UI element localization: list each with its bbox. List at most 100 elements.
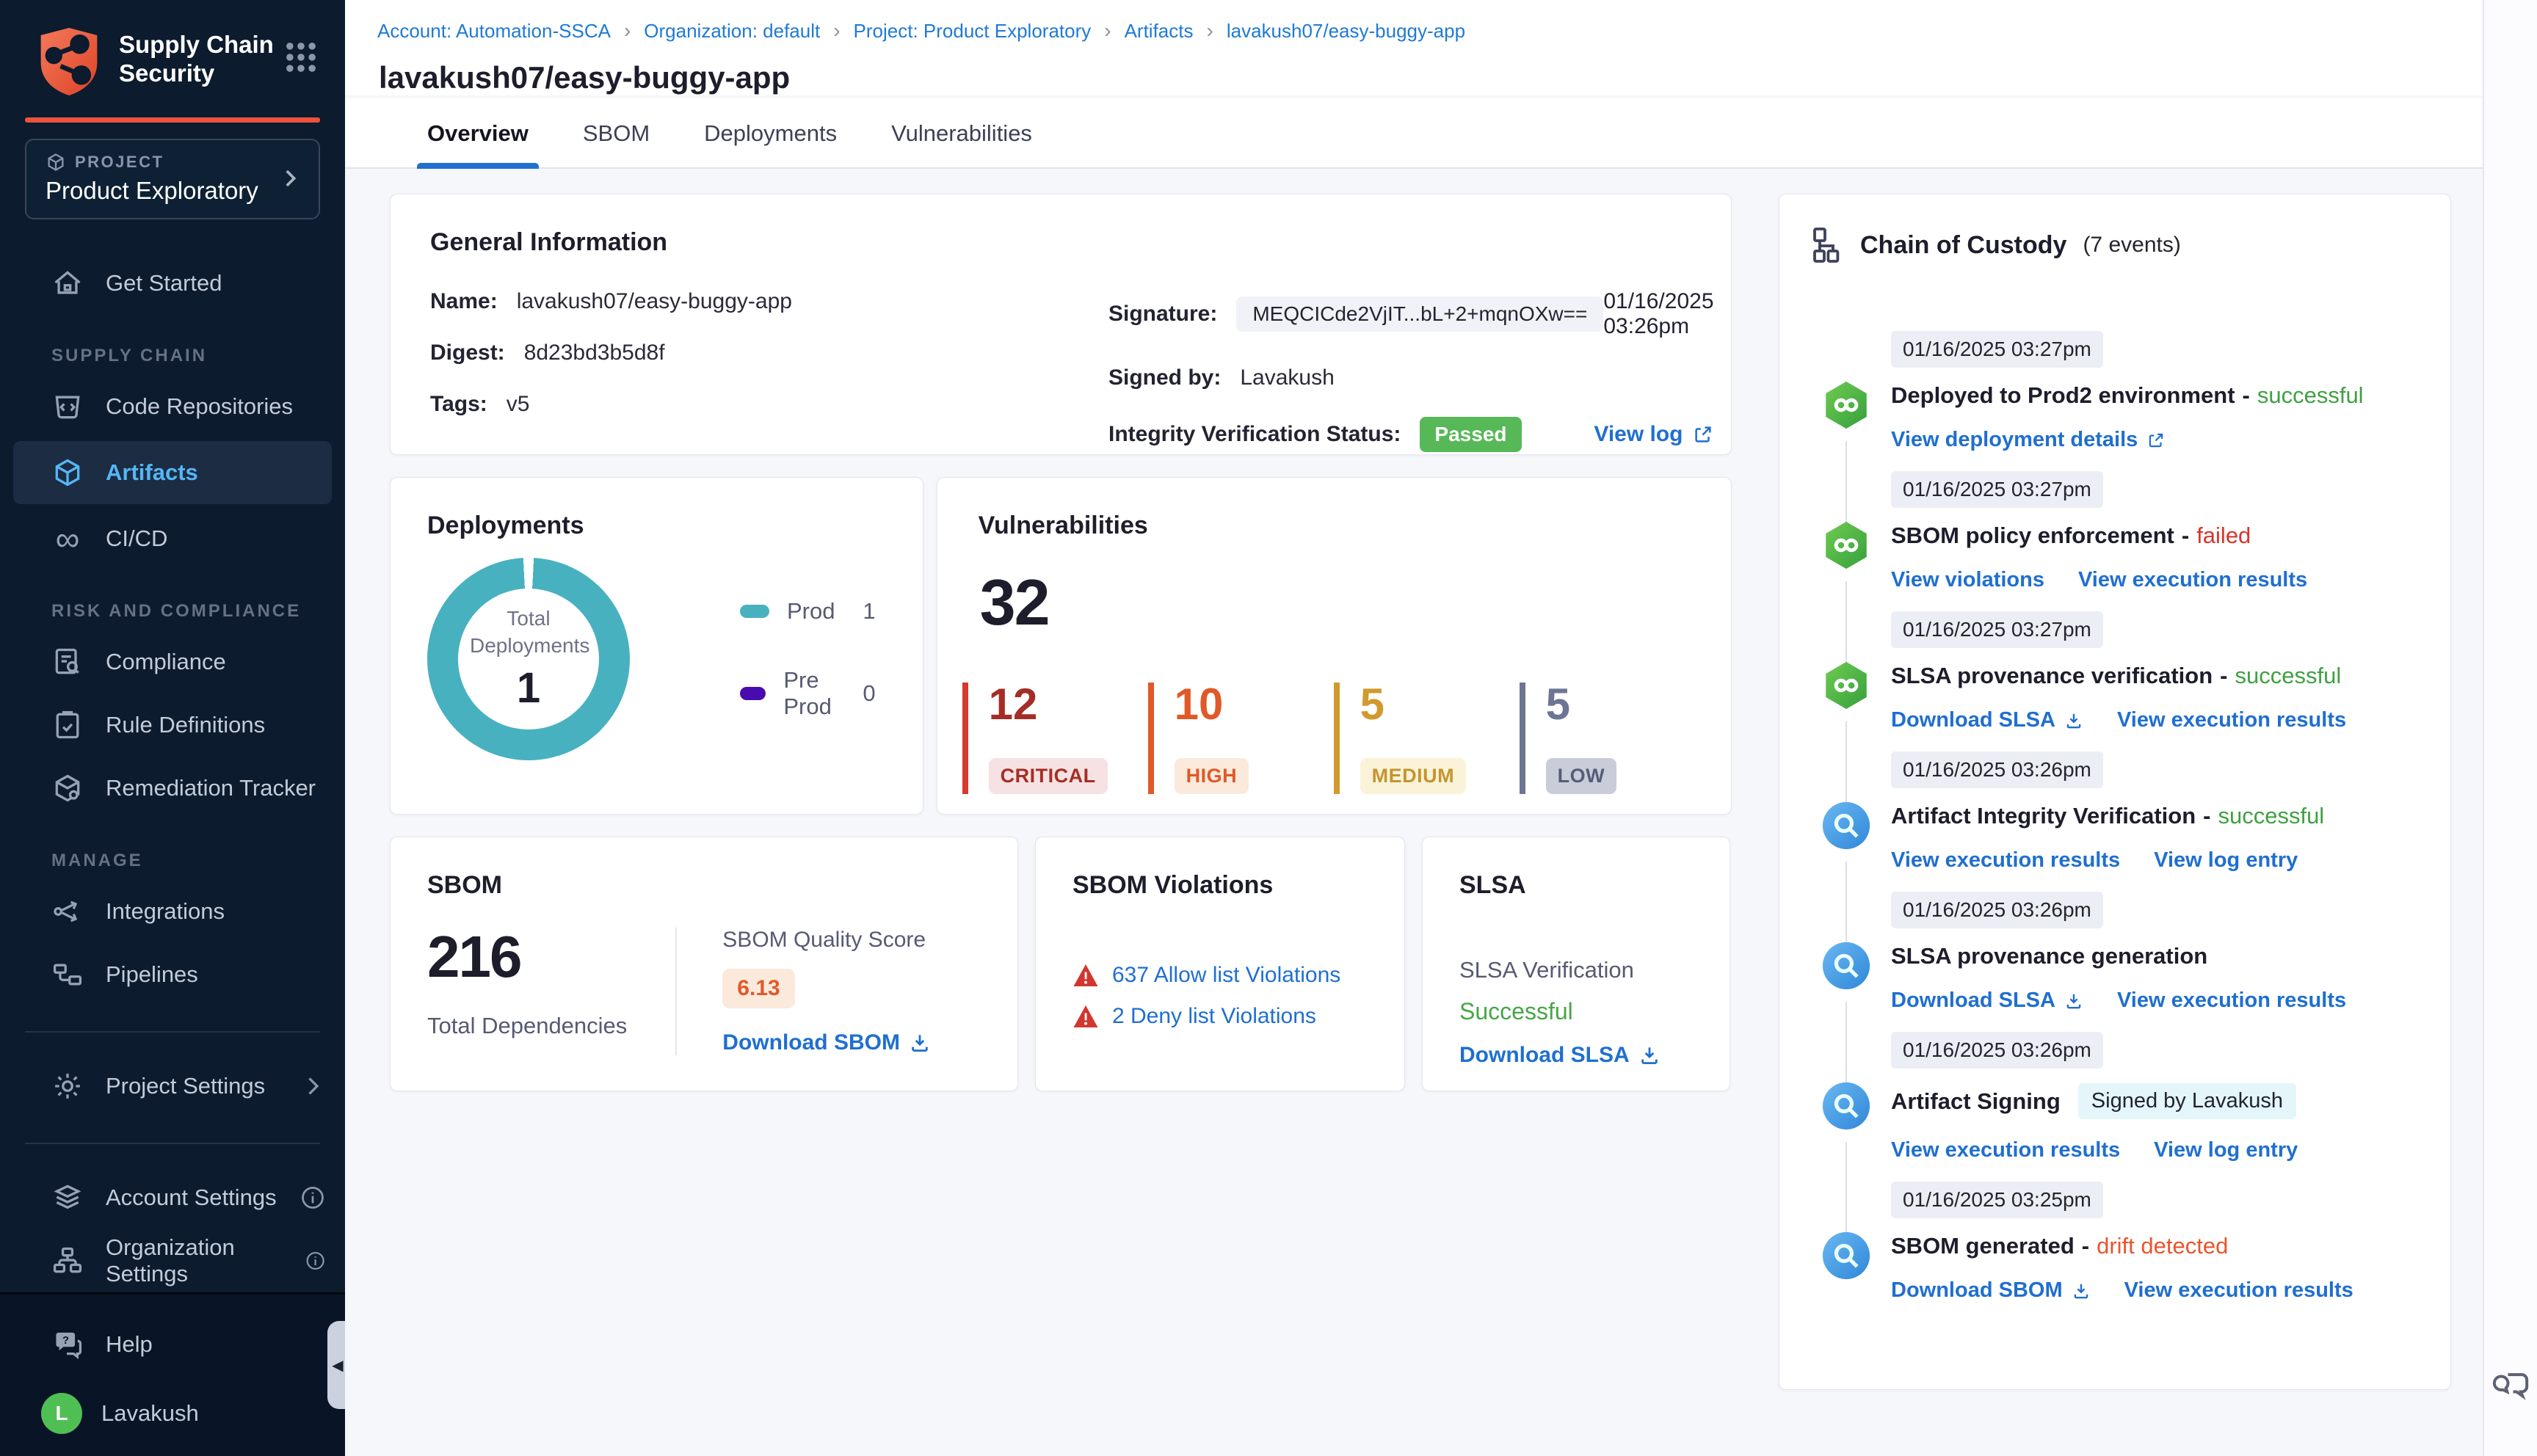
tab-deployments[interactable]: Deployments — [704, 98, 837, 167]
sidebar-item-account-settings[interactable]: Account Settings — [0, 1166, 345, 1229]
artifacts-cube-icon — [51, 456, 84, 489]
event-timestamp: 01/16/2025 03:26pm — [1891, 892, 2103, 928]
sidebar-item-help[interactable]: ? Help — [0, 1321, 345, 1368]
deny-list-violations-link[interactable]: 2 Deny list Violations — [1112, 1004, 1316, 1029]
preprod-swatch-icon — [740, 687, 766, 700]
breadcrumb-project[interactable]: Project: Product Exploratory — [854, 20, 1092, 43]
events-count: (7 events) — [2083, 233, 2181, 257]
sidebar-item-pipelines[interactable]: Pipelines — [0, 943, 345, 1006]
view-execution-results-link[interactable]: View execution results — [1891, 848, 2120, 873]
download-icon — [2066, 994, 2081, 1008]
sidebar-item-rule-definitions[interactable]: Rule Definitions — [0, 694, 345, 757]
sidebar-item-label: Get Started — [106, 270, 222, 296]
allow-list-violations-link[interactable]: 637 Allow list Violations — [1112, 963, 1340, 988]
event-timestamp: 01/16/2025 03:27pm — [1891, 611, 2103, 648]
view-deployment-details-link[interactable]: View deployment details — [1891, 428, 2166, 452]
view-execution-results-link[interactable]: View execution results — [2117, 708, 2346, 732]
download-slsa-link[interactable]: Download SLSA — [1891, 989, 2083, 1013]
timeline-event: 01/16/2025 03:26pm SLSA provenance gener… — [1809, 892, 2421, 1083]
tab-sbom[interactable]: SBOM — [583, 98, 650, 167]
sidebar-item-project-settings[interactable]: Project Settings — [0, 1055, 345, 1118]
pipelines-icon — [51, 958, 84, 991]
sidebar-item-remediation-tracker[interactable]: Remediation Tracker — [0, 757, 345, 820]
help-chat-icon: ? — [51, 1328, 84, 1361]
breadcrumb-account[interactable]: Account: Automation-SSCA — [377, 20, 611, 43]
vertical-divider — [675, 928, 678, 1055]
breadcrumb-artifacts[interactable]: Artifacts — [1125, 20, 1194, 43]
sidebar-divider — [25, 1031, 320, 1033]
cicd-infinity-icon: ∞ — [55, 520, 80, 558]
event-status: successful — [2257, 382, 2364, 408]
sidebar-item-label: Pipelines — [106, 961, 198, 987]
download-sbom-link[interactable]: Download SBOM — [1891, 1278, 2091, 1303]
download-slsa-link[interactable]: Download SLSA — [1459, 1043, 1661, 1068]
supply-chain-security-logo-icon — [40, 28, 98, 95]
download-icon — [2066, 713, 2081, 728]
chat-help-icon[interactable] — [2490, 1364, 2531, 1405]
breadcrumb-separator: › — [833, 19, 841, 42]
project-name: Product Exploratory — [46, 177, 258, 204]
view-execution-results-link[interactable]: View execution results — [2078, 568, 2307, 592]
view-execution-results-link[interactable]: View execution results — [2124, 1278, 2353, 1303]
sbom-quality-score-label: SBOM Quality Score — [722, 928, 926, 952]
legend-label: Pre Prod — [783, 667, 832, 719]
view-log-entry-link[interactable]: View log entry — [2154, 848, 2298, 873]
sidebar-item-artifacts[interactable]: Artifacts — [13, 441, 332, 504]
sidebar-item-compliance[interactable]: Compliance — [0, 630, 345, 694]
chevron-right-icon — [308, 1077, 319, 1095]
download-slsa-link[interactable]: Download SLSA — [1891, 708, 2083, 732]
breadcrumb-separator: › — [623, 19, 631, 42]
download-icon — [2074, 1284, 2088, 1298]
tags-value: v5 — [506, 392, 530, 416]
sidebar-item-organization-settings[interactable]: Organization Settings — [0, 1229, 345, 1292]
sidebar-section-risk: RISK AND COMPLIANCE — [51, 601, 302, 621]
deployments-card: Deployments Total Deployments 1 Prod 1 P… — [390, 477, 923, 815]
event-status: failed — [2196, 523, 2251, 548]
logo-row: Supply Chain Security — [25, 25, 320, 98]
card-title: Deployments — [427, 512, 584, 539]
view-violations-link[interactable]: View violations — [1891, 568, 2044, 592]
card-title: Chain of Custody — [1860, 230, 2067, 259]
module-grid-icon[interactable] — [282, 38, 320, 76]
sidebar-item-label: Rule Definitions — [106, 712, 266, 738]
sidebar-item-label: Artifacts — [106, 459, 198, 485]
project-meta: PROJECT Product Exploratory — [46, 152, 258, 205]
cd-step-icon — [1826, 661, 1867, 710]
sidebar-item-integrations[interactable]: Integrations — [0, 880, 345, 943]
integrations-share-icon — [51, 895, 84, 928]
project-selector[interactable]: PROJECT Product Exploratory — [25, 139, 320, 219]
row-2: Deployments Total Deployments 1 Prod 1 P… — [390, 477, 1732, 815]
sidebar-item-label: Organization Settings — [106, 1234, 235, 1286]
user-menu[interactable]: L Lavakush — [0, 1368, 345, 1434]
tags-label: Tags: — [430, 392, 487, 416]
severity-badge: LOW — [1545, 758, 1617, 794]
view-execution-results-link[interactable]: View execution results — [2117, 989, 2346, 1013]
breadcrumb-current[interactable]: lavakush07/easy-buggy-app — [1227, 20, 1465, 43]
sidebar-item-cicd[interactable]: ∞ CI/CD — [0, 507, 345, 570]
tab-overview[interactable]: Overview — [417, 98, 539, 169]
download-sbom-link[interactable]: Download SBOM — [722, 1030, 931, 1055]
status-separator: - — [2181, 523, 2190, 548]
view-execution-results-link[interactable]: View execution results — [1891, 1138, 2120, 1162]
severity-critical: 12 CRITICAL — [962, 682, 1148, 794]
app-title: Supply Chain Security — [119, 31, 274, 87]
info-icon — [306, 1251, 324, 1270]
general-info-left: Name: lavakush07/easy-buggy-app Digest: 8d… — [430, 289, 1091, 452]
severity-count: 5 — [1545, 680, 1570, 729]
view-log-link[interactable]: View log — [1594, 422, 1683, 447]
tab-vulnerabilities[interactable]: Vulnerabilities — [891, 98, 1032, 167]
sidebar-item-code-repositories[interactable]: Code Repositories — [0, 375, 345, 438]
allow-list-violations-row: 637 Allow list Violations — [1072, 963, 1368, 988]
chain-of-custody-header: Chain of Custody (7 events) — [1809, 225, 2421, 265]
view-log-entry-link[interactable]: View log entry — [2154, 1138, 2298, 1162]
severity-badge: CRITICAL — [988, 758, 1108, 794]
event-title: Artifact Signing — [1891, 1088, 2061, 1114]
scs-step-icon — [1822, 801, 1870, 850]
chain-of-custody-card: Chain of Custody (7 events) 01/16/2025 0… — [1779, 194, 2451, 1390]
severity-medium: 5 MEDIUM — [1333, 682, 1520, 794]
breadcrumb-organization[interactable]: Organization: default — [644, 20, 820, 43]
avatar: L — [41, 1393, 82, 1434]
remediation-box-icon — [51, 772, 84, 804]
card-title: Vulnerabilities — [978, 512, 1148, 539]
sidebar-item-get-started[interactable]: Get Started — [0, 252, 345, 315]
